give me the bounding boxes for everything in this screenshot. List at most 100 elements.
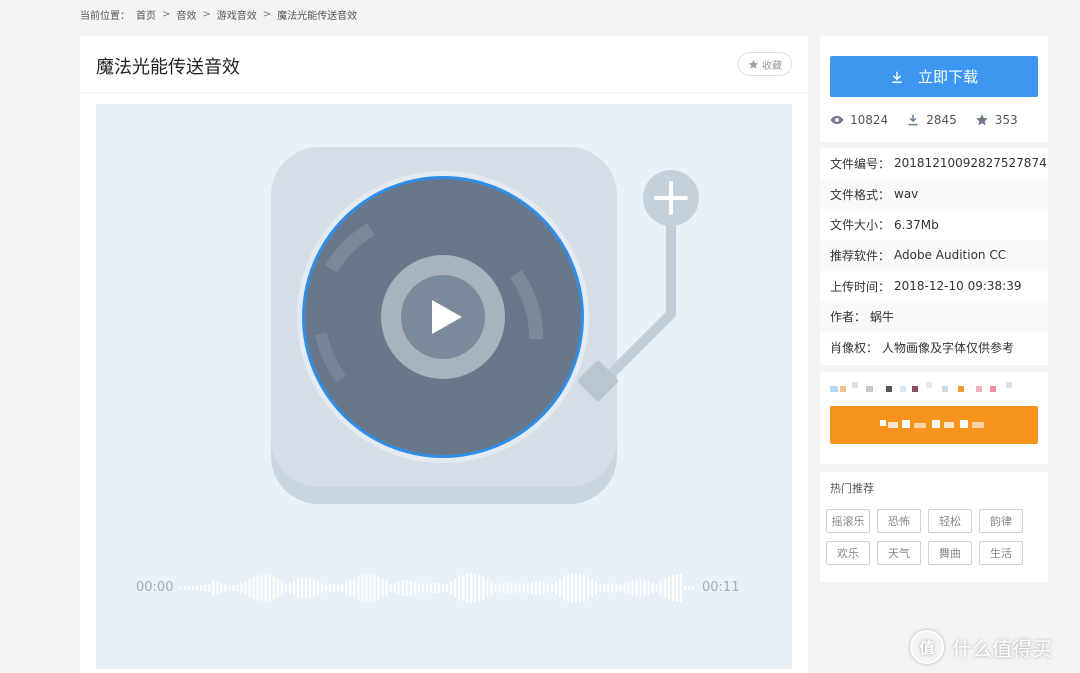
waveform-bar [224,584,227,592]
views-stat: 10824 [830,113,888,127]
waveform-bar [240,583,243,593]
download-button[interactable]: 立即下载 [830,56,1038,97]
time-duration: 00:11 [702,580,740,595]
tag-rhythm[interactable]: 韵律 [979,509,1023,533]
info-row-portrait-rights: 肖像权： 人物画像及字体仅供参考 [820,332,1048,363]
info-value: 人物画像及字体仅供参考 [882,340,1015,355]
waveform-bar [643,579,646,597]
tag-rock[interactable]: 摇滚乐 [826,509,870,533]
waveform-bar [623,583,626,593]
waveform-bar [232,585,235,592]
tag-weather[interactable]: 天气 [877,541,921,565]
waveform-bar [659,581,662,595]
waveform-bar [196,585,199,591]
waveform-bar [498,584,501,592]
waveform-bar [546,583,549,593]
download-icon [892,71,902,83]
tag-list: 摇滚乐 恐怖 轻松 韵律 欢乐 天气 舞曲 生活 [826,509,1046,565]
waveform-bar [591,579,594,597]
waveform-bar [425,584,428,592]
favorites-stat: 353 [975,113,1018,127]
tag-joyful[interactable]: 欢乐 [826,541,870,565]
waveform-bar [349,580,352,596]
favorite-button[interactable]: 收藏 [738,52,792,76]
star-icon [748,59,759,69]
info-label: 上传时间： [830,279,891,294]
breadcrumb-prefix: 当前位置： [80,11,130,22]
star-icon [975,114,988,126]
waveform-bar [413,581,416,595]
info-value: Adobe Audition CC [894,248,1007,263]
file-info-card: 文件编号： 20181210092827527874 文件格式： wav 文件大小：… [820,148,1048,365]
waveform-bar [550,584,553,592]
hot-tags-title: 热门推荐 [830,482,874,495]
waveform-bar [554,581,557,595]
breadcrumb-game-sounds[interactable]: 游戏音效 [217,7,257,22]
waveform-bar [482,576,485,600]
waveform-bar [228,585,231,592]
waveform-bar [284,584,287,592]
info-label: 文件大小： [830,218,891,233]
info-row-file-id: 文件编号： 20181210092827527874 [820,148,1048,179]
info-label: 文件格式： [830,187,891,202]
breadcrumb-home[interactable]: 首页 [136,7,156,22]
waveform-bar [389,584,392,592]
waveform-bar [405,580,408,596]
waveform-bar [393,583,396,593]
waveform-bar [538,581,541,595]
tag-horror[interactable]: 恐怖 [877,509,921,533]
waveform-bar [409,580,412,596]
audio-player: 00:00 00:11 [96,104,792,669]
waveform-bar [244,581,247,595]
promo-button[interactable] [830,406,1038,444]
page-title: 魔法光能传送音效 [96,57,240,78]
waveform-bar [542,582,545,594]
waveform-bar [397,581,400,595]
downloads-count: 2845 [926,113,957,127]
info-label: 肖像权： [830,340,879,355]
file-stats: 10824 2845 353 [830,113,1018,127]
waveform-bar [268,575,271,601]
info-label: 作者： [830,310,867,325]
waveform-bar [208,584,211,592]
waveform-bar [365,573,368,603]
waveform-bar [236,584,239,592]
waveform-bar [583,575,586,601]
downloads-stat: 2845 [906,113,957,127]
tag-relaxed[interactable]: 轻松 [928,509,972,533]
waveform-bar [522,584,525,592]
waveform[interactable] [180,571,696,605]
waveform-bar [264,574,267,602]
waveform-bar [663,579,666,597]
breadcrumb-sound-effects[interactable]: 音效 [176,7,196,22]
breadcrumb-separator: > [202,9,211,20]
info-label: 文件编号： [830,156,891,171]
waveform-bar [683,586,686,590]
tag-life[interactable]: 生活 [979,541,1023,565]
info-row-upload-time: 上传时间： 2018-12-10 09:38:39 [820,270,1048,302]
info-value: wav [894,187,919,202]
waveform-bar [603,584,606,592]
waveform-bar [514,582,517,594]
waveform-bar [260,574,263,602]
tag-dance[interactable]: 舞曲 [928,541,972,565]
waveform-bar [434,582,436,594]
waveform-bar [687,586,690,590]
waveform-bar [494,583,497,593]
watermark-text: 什么值得买 [952,636,1052,661]
waveform-bar [438,583,440,593]
waveform-bar [401,580,404,596]
time-elapsed: 00:00 [136,580,174,595]
blurred-promo-text [830,382,1012,392]
download-button-label: 立即下载 [917,68,978,86]
waveform-bar [369,573,372,603]
waveform-bar [655,584,658,592]
waveform-bar [647,580,650,596]
waveform-bar [381,578,384,598]
waveform-bar [288,582,291,594]
waveform-bar [470,573,473,603]
breadcrumb-current: 魔法光能传送音效 [277,11,358,22]
waveform-bar [204,584,207,592]
breadcrumb-separator: > [162,9,171,20]
waveform-bar [679,574,682,602]
